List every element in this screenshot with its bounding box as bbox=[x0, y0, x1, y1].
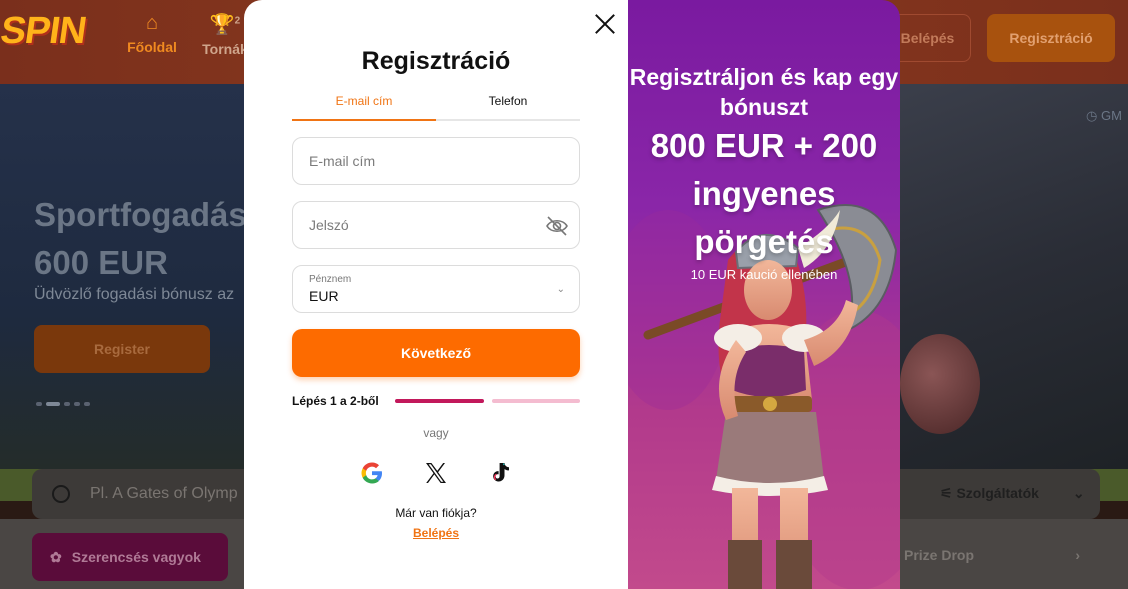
promo-panel: Regisztráljon és kap egy bónuszt 800 EUR… bbox=[628, 0, 900, 589]
prize-drop-label: Prize Drop bbox=[904, 547, 975, 563]
hero-subtitle: Üdvözlő fogadási bónusz az bbox=[34, 286, 235, 303]
football-image bbox=[900, 334, 980, 434]
promo-bonus-line-3: pörgetés bbox=[694, 223, 834, 260]
nav-item-home[interactable]: ⌂ Főoldal bbox=[126, 12, 178, 55]
password-field[interactable] bbox=[293, 202, 579, 248]
chevron-down-icon: ⌄ bbox=[556, 284, 565, 295]
google-icon[interactable] bbox=[360, 461, 384, 485]
tournaments-badge: 2 bbox=[234, 15, 241, 27]
lucky-label: Szerencsés vagyok bbox=[71, 549, 201, 565]
prize-drop-link[interactable]: Prize Drop › bbox=[904, 547, 1080, 563]
clover-icon: ✿ bbox=[50, 548, 62, 565]
promo-bonus-line-1: 800 EUR + 200 bbox=[650, 127, 878, 164]
password-field-wrapper bbox=[292, 201, 580, 249]
registration-tabs: E-mail cím Telefon bbox=[292, 94, 580, 121]
clock-icon: ◷ bbox=[1086, 108, 1098, 123]
hero-register-button[interactable]: Register bbox=[34, 325, 210, 373]
search-placeholder: Pl. A Gates of Olymp bbox=[90, 485, 238, 502]
have-account-text: Már van fiókja? bbox=[395, 506, 477, 520]
currency-value: EUR bbox=[309, 288, 339, 304]
promo-headline: Regisztráljon és kap egy bónuszt bbox=[629, 64, 899, 120]
step-progress-inactive bbox=[492, 399, 580, 403]
carousel-dots[interactable] bbox=[36, 402, 90, 406]
email-field-wrapper bbox=[292, 137, 580, 185]
hero-title: Sportfogadás bbox=[34, 196, 247, 233]
nav-item-tournaments[interactable]: 🏆2 Tornák bbox=[200, 12, 250, 57]
close-icon[interactable] bbox=[594, 12, 616, 34]
promo-bonus-line-2: ingyenes bbox=[692, 175, 836, 212]
login-link[interactable]: Belépés bbox=[244, 526, 628, 540]
promo-deposit-note: 10 EUR kaució ellenében bbox=[690, 267, 838, 282]
home-icon: ⌂ bbox=[145, 12, 159, 34]
email-field[interactable] bbox=[293, 138, 579, 184]
nav-tournaments-label: Tornák bbox=[202, 41, 248, 57]
search-icon bbox=[52, 485, 70, 503]
nav-home-label: Főoldal bbox=[127, 39, 177, 55]
step-indicator-text: Lépés 1 a 2-ből bbox=[292, 394, 379, 408]
header-register-button[interactable]: Regisztráció bbox=[987, 14, 1115, 62]
clock-label: ◷ GM bbox=[1086, 108, 1122, 123]
providers-label: Szolgáltatók bbox=[956, 485, 1039, 501]
chevron-right-icon: › bbox=[1075, 547, 1080, 563]
x-icon[interactable] bbox=[424, 461, 448, 485]
modal-title: Regisztráció bbox=[361, 47, 511, 75]
hero-amount: 600 EUR bbox=[34, 244, 168, 281]
promo-bonus-amount: 800 EUR + 200 ingyenes pörgetés bbox=[628, 122, 900, 266]
filter-icon: ⚟ bbox=[940, 485, 953, 501]
currency-select[interactable]: Pénznem EUR ⌄ bbox=[292, 265, 580, 313]
lucky-button[interactable]: ✿ Szerencsés vagyok bbox=[32, 533, 228, 581]
tab-email[interactable]: E-mail cím bbox=[292, 94, 436, 121]
tab-phone[interactable]: Telefon bbox=[436, 94, 580, 119]
currency-label: Pénznem bbox=[309, 274, 352, 285]
site-logo[interactable]: SPIN bbox=[0, 10, 88, 64]
step-progress-active bbox=[395, 399, 484, 403]
hide-password-icon[interactable] bbox=[545, 215, 569, 237]
providers-dropdown[interactable]: ⚟ Szolgáltatók ⌄ bbox=[940, 485, 1085, 502]
trophy-icon: 🏆2 bbox=[209, 14, 241, 36]
registration-modal: Regisztráció E-mail cím Telefon Pénznem … bbox=[244, 0, 900, 589]
or-divider: vagy bbox=[423, 426, 449, 440]
chevron-down-icon: ⌄ bbox=[1072, 485, 1085, 501]
tiktok-icon[interactable] bbox=[488, 461, 512, 485]
next-button[interactable]: Következő bbox=[292, 329, 580, 377]
registration-form-panel: Regisztráció E-mail cím Telefon Pénznem … bbox=[244, 0, 628, 589]
